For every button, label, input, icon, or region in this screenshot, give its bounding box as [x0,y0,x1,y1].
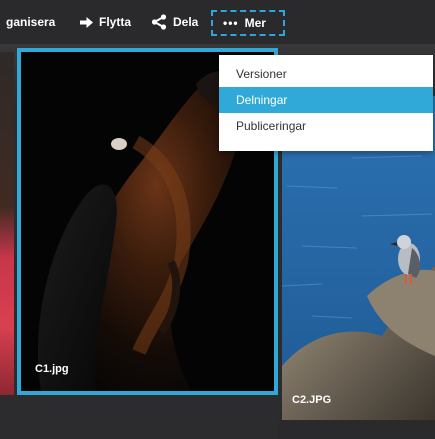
more-dots-icon: ••• [223,16,239,30]
previous-thumbnail[interactable] [0,52,14,395]
arrow-right-icon [80,16,93,28]
menu-item-publications[interactable]: Publiceringar [219,113,433,139]
share-label: Dela [173,15,199,29]
gallery-next-row [278,420,435,439]
gallery-item-label: C1.jpg [35,363,69,375]
more-button[interactable]: ••• Mer [211,10,285,36]
move-label: Flytta [99,15,132,29]
move-button[interactable]: Flytta [80,0,131,44]
organize-button[interactable]: ganisera [6,0,55,44]
share-icon [151,14,167,30]
gallery-item-label: C2.JPG [292,394,332,406]
toolbar: ganisera Flytta Dela ••• Mer [0,0,435,44]
share-button[interactable]: Dela [151,0,198,44]
menu-item-shares[interactable]: Delningar [219,87,433,113]
menu-item-versions[interactable]: Versioner [219,61,433,87]
more-dropdown-menu: Versioner Delningar Publiceringar [219,55,433,151]
organize-label: ganisera [6,15,56,29]
app-window: ganisera Flytta Dela ••• Mer C1.jpg C2.J… [0,0,435,439]
more-label: Mer [244,16,266,30]
